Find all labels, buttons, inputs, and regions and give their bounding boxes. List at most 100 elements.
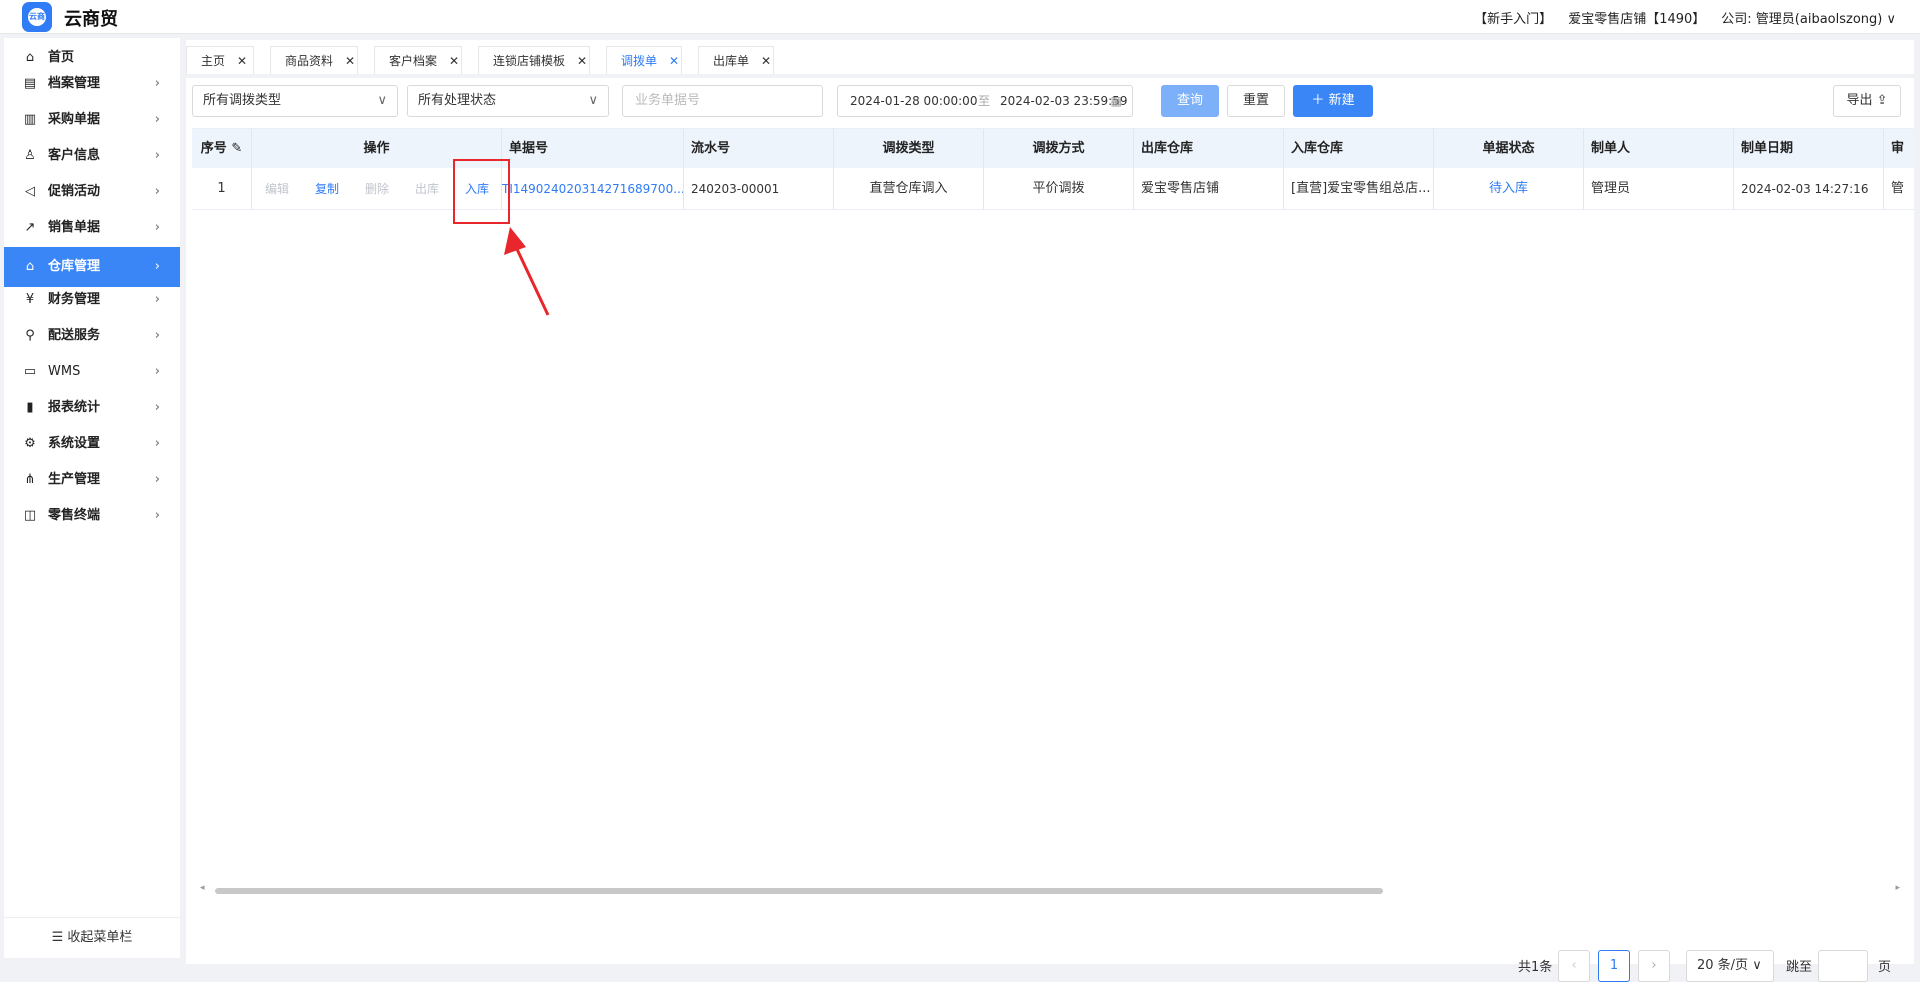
chevron-right-icon: › bbox=[154, 436, 160, 451]
sidebar-item-retail[interactable]: ◫ 零售终端 › bbox=[4, 496, 180, 536]
cell-index: 1 bbox=[192, 168, 252, 209]
edit-button[interactable]: 编辑 bbox=[265, 168, 289, 209]
outbound-button[interactable]: 出库 bbox=[415, 168, 439, 209]
chevron-right-icon: › bbox=[154, 112, 160, 127]
date-range-picker[interactable]: 2024-01-28 00:00:00 至 2024-02-03 23:59:5… bbox=[837, 85, 1133, 117]
close-icon[interactable]: ✕ bbox=[669, 54, 679, 68]
chevron-right-icon: › bbox=[154, 400, 160, 415]
chevron-right-icon: › bbox=[154, 76, 160, 91]
chevron-right-icon: › bbox=[154, 292, 160, 307]
transfer-type-value: 所有调拨类型 bbox=[203, 93, 282, 108]
cell-status: 待入库 bbox=[1434, 168, 1584, 209]
transfer-table: 序号 ✎ 操作 单据号 流水号 调拨类型 调拨方式 出库仓库 入库仓库 单据状态… bbox=[192, 128, 1920, 210]
chevron-right-icon: › bbox=[154, 220, 160, 235]
chevron-right-icon: › bbox=[154, 184, 160, 199]
horizontal-scrollbar[interactable]: ◂ ▸ bbox=[200, 883, 1900, 896]
archive-icon: ▤ bbox=[23, 76, 37, 91]
app-logo: 云商 bbox=[22, 2, 52, 32]
network-icon: ⋔ bbox=[24, 472, 36, 487]
jump-page-input[interactable] bbox=[1818, 950, 1868, 982]
wrench-icon[interactable]: ✎ bbox=[231, 141, 242, 156]
total-count: 共1条 bbox=[1518, 960, 1553, 975]
chart-line-icon: ↗ bbox=[24, 220, 36, 235]
date-from[interactable]: 2024-01-28 00:00:00 bbox=[850, 86, 977, 116]
reset-button[interactable]: 重置 bbox=[1227, 85, 1285, 117]
sidebar-item-label: 零售终端 bbox=[48, 508, 101, 523]
pagination: 共1条 ‹ 1 › 20 条/页 ∨ 跳至 页 bbox=[1518, 950, 1918, 982]
sidebar-item-finance[interactable]: ¥ 财务管理 › bbox=[4, 280, 180, 320]
export-button-label: 导出 bbox=[1846, 93, 1873, 108]
bar-chart-icon: ▮ bbox=[26, 400, 34, 415]
sidebar-item-label: 配送服务 bbox=[48, 328, 101, 343]
company-user-menu[interactable]: 公司: 管理员(aibaolszong) ∨ bbox=[1721, 8, 1896, 27]
date-separator: 至 bbox=[978, 94, 991, 108]
tab-transfer-order[interactable]: 调拨单 ✕ bbox=[606, 46, 682, 74]
close-icon[interactable]: ✕ bbox=[449, 54, 459, 68]
doc-number-input[interactable] bbox=[633, 92, 817, 109]
scroll-left-icon[interactable]: ◂ bbox=[200, 883, 205, 893]
prev-page-button[interactable]: ‹ bbox=[1558, 950, 1590, 982]
delete-button[interactable]: 删除 bbox=[365, 168, 389, 209]
guide-link[interactable]: 【新手入门】 bbox=[1474, 8, 1552, 27]
sidebar-item-sales[interactable]: ↗ 销售单据 › bbox=[4, 208, 180, 248]
annotation-arrow-icon bbox=[504, 227, 550, 316]
page-size-value: 20 条/页 bbox=[1697, 958, 1749, 973]
copy-button[interactable]: 复制 bbox=[315, 168, 339, 209]
header-in-warehouse: 入库仓库 bbox=[1284, 129, 1434, 168]
close-icon[interactable]: ✕ bbox=[577, 54, 587, 68]
sidebar-item-promotion[interactable]: ◁ 促销活动 › bbox=[4, 172, 180, 212]
scrollbar-thumb[interactable] bbox=[215, 888, 1383, 894]
scroll-right-icon[interactable]: ▸ bbox=[1895, 883, 1900, 893]
export-button[interactable]: 导出 ⇪ bbox=[1833, 85, 1901, 117]
sidebar-item-production[interactable]: ⋔ 生产管理 › bbox=[4, 460, 180, 500]
tab-products[interactable]: 商品资料 ✕ bbox=[270, 46, 358, 74]
tab-customers[interactable]: 客户档案 ✕ bbox=[374, 46, 462, 74]
sidebar-item-purchase[interactable]: ▥ 采购单据 › bbox=[4, 100, 180, 140]
sidebar-item-delivery[interactable]: ⚲ 配送服务 › bbox=[4, 316, 180, 356]
chevron-right-icon: › bbox=[154, 472, 160, 487]
sidebar-item-label: 生产管理 bbox=[48, 472, 101, 487]
highlight-box bbox=[453, 159, 510, 224]
doc-number-field[interactable] bbox=[622, 85, 823, 117]
tab-outbound-order[interactable]: 出库单 ✕ bbox=[698, 46, 774, 74]
sidebar-item-label: WMS bbox=[48, 364, 81, 379]
finance-icon: ¥ bbox=[25, 292, 35, 307]
tab-chain-template[interactable]: 连锁店铺模板 ✕ bbox=[478, 46, 590, 74]
sidebar: ⌂ 首页 ▤ 档案管理 › ▥ 采购单据 › ♙ 客户信息 › ◁ 促销活动 › ↗ 销售单据 › ⌂… bbox=[4, 38, 180, 958]
header-doc-no: 单据号 bbox=[502, 129, 684, 168]
cell-date: 2024-02-03 14:27:16 bbox=[1734, 168, 1884, 209]
query-button[interactable]: 查询 bbox=[1161, 85, 1219, 117]
top-right-info: 【新手入门】 爱宝零售店铺【1490】 公司: 管理员(aibaolszong)… bbox=[1474, 8, 1896, 27]
cell-serial: 240203-00001 bbox=[684, 168, 834, 209]
sidebar-item-label: 系统设置 bbox=[48, 436, 101, 451]
table-row: 1 编辑 复制 删除 出库 入库 TI149024020314271689700… bbox=[192, 168, 1920, 210]
next-page-button[interactable]: › bbox=[1638, 950, 1670, 982]
sidebar-item-wms[interactable]: ▭ WMS › bbox=[4, 352, 180, 392]
sidebar-item-archive[interactable]: ▤ 档案管理 › bbox=[4, 64, 180, 104]
table-header: 序号 ✎ 操作 单据号 流水号 调拨类型 调拨方式 出库仓库 入库仓库 单据状态… bbox=[192, 128, 1920, 168]
right-edge bbox=[1914, 34, 1920, 964]
page-1-button[interactable]: 1 bbox=[1598, 950, 1630, 982]
close-icon[interactable]: ✕ bbox=[345, 54, 355, 68]
collapse-menu-label: 收起菜单栏 bbox=[67, 930, 133, 945]
header-maker: 制单人 bbox=[1584, 129, 1734, 168]
header-status: 单据状态 bbox=[1434, 129, 1584, 168]
process-status-select[interactable]: 所有处理状态 ∨ bbox=[407, 85, 609, 117]
collapse-menu-button[interactable]: ☰ 收起菜单栏 bbox=[4, 917, 180, 958]
header-serial: 流水号 bbox=[684, 129, 834, 168]
cell-doc-no[interactable]: TI149024020314271689700... bbox=[502, 168, 684, 209]
cell-out-warehouse: 爱宝零售店铺 bbox=[1134, 168, 1284, 209]
sidebar-item-reports[interactable]: ▮ 报表统计 › bbox=[4, 388, 180, 428]
plus-icon: ＋ bbox=[1311, 93, 1329, 108]
tab-label: 连锁店铺模板 bbox=[493, 54, 566, 68]
date-to[interactable]: 2024-02-03 23:59:59 bbox=[1000, 86, 1127, 116]
tab-home[interactable]: 主页 ✕ bbox=[186, 46, 254, 74]
new-button[interactable]: ＋ 新建 bbox=[1293, 85, 1373, 117]
sidebar-item-customer[interactable]: ♙ 客户信息 › bbox=[4, 136, 180, 176]
tab-label: 调拨单 bbox=[621, 54, 658, 68]
close-icon[interactable]: ✕ bbox=[237, 54, 247, 68]
page-size-select[interactable]: 20 条/页 ∨ bbox=[1686, 950, 1774, 982]
transfer-type-select[interactable]: 所有调拨类型 ∨ bbox=[192, 85, 398, 117]
close-icon[interactable]: ✕ bbox=[761, 54, 771, 68]
sidebar-item-settings[interactable]: ⚙ 系统设置 › bbox=[4, 424, 180, 464]
